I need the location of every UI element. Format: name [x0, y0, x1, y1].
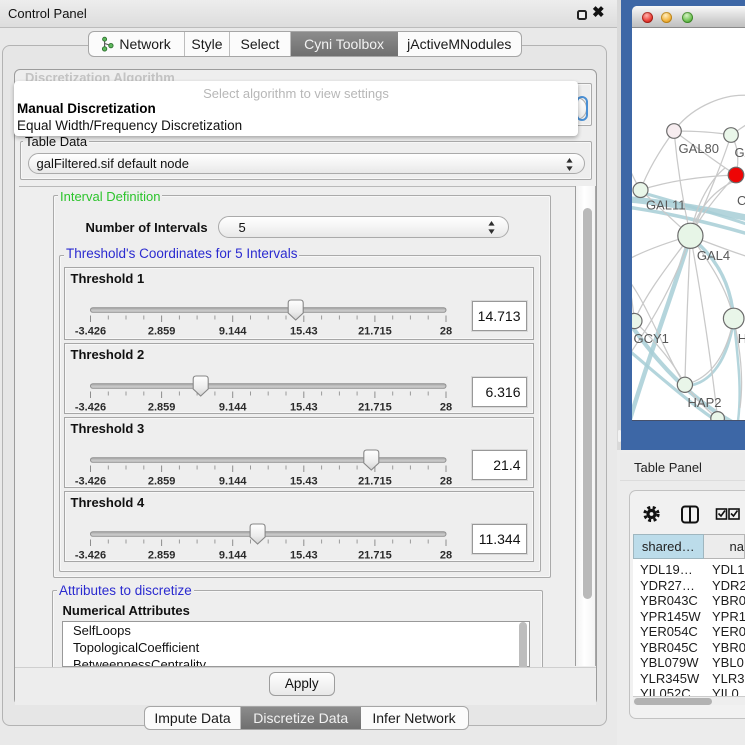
svg-text:2.859: 2.859 — [147, 402, 175, 414]
svg-text:H: H — [738, 331, 745, 346]
svg-text:2.859: 2.859 — [147, 475, 175, 487]
svg-text:-3.426: -3.426 — [74, 475, 105, 487]
svg-text:-3.426: -3.426 — [74, 549, 105, 561]
svg-text:C: C — [737, 193, 745, 208]
svg-text:GAL80: GAL80 — [679, 141, 719, 156]
svg-text:28: 28 — [439, 549, 451, 561]
svg-text:15.43: 15.43 — [290, 402, 318, 414]
svg-text:HAP2: HAP2 — [688, 395, 722, 410]
svg-text:GAL11: GAL11 — [646, 198, 686, 213]
svg-text:GAL4: GAL4 — [697, 248, 730, 263]
svg-text:28: 28 — [439, 326, 451, 338]
svg-text:28: 28 — [439, 475, 451, 487]
svg-text:-3.426: -3.426 — [74, 326, 105, 338]
svg-text:21.715: 21.715 — [358, 402, 392, 414]
svg-text:9.144: 9.144 — [218, 549, 246, 561]
svg-text:15.43: 15.43 — [290, 549, 318, 561]
svg-text:15.43: 15.43 — [290, 475, 318, 487]
svg-text:21.715: 21.715 — [358, 475, 392, 487]
svg-text:2.859: 2.859 — [147, 326, 175, 338]
svg-text:GA: GA — [735, 145, 745, 160]
svg-text:28: 28 — [439, 402, 451, 414]
svg-text:2.859: 2.859 — [147, 549, 175, 561]
svg-text:9.144: 9.144 — [218, 326, 246, 338]
svg-text:21.715: 21.715 — [358, 326, 392, 338]
svg-text:9.144: 9.144 — [218, 475, 246, 487]
svg-text:21.715: 21.715 — [358, 549, 392, 561]
svg-text:9.144: 9.144 — [218, 402, 246, 414]
svg-text:-3.426: -3.426 — [74, 402, 105, 414]
svg-text:15.43: 15.43 — [290, 326, 318, 338]
svg-text:GCY1: GCY1 — [633, 331, 668, 346]
